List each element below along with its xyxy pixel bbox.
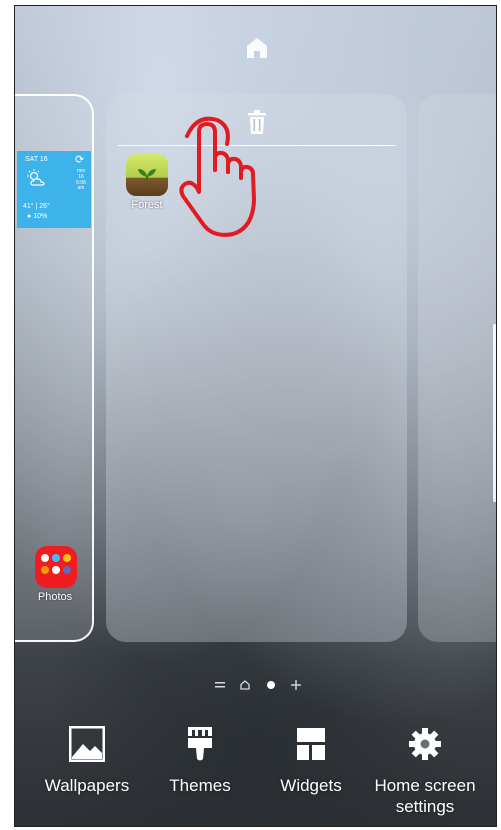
weather-temps: 41° | 26° [23,203,50,210]
gear-icon [409,728,441,760]
wallpapers-label: Wallpapers [44,776,130,795]
widgets-label: Widgets [280,776,342,795]
wallpapers-icon [69,726,105,762]
weather-rain: ● 10% [27,213,48,220]
app-forest[interactable]: Forest [124,154,170,211]
partly-cloudy-icon [27,169,45,186]
weather-day: SAT 16 [25,156,48,163]
current-page-dot-icon[interactable] [264,678,278,692]
add-page-icon[interactable] [289,678,303,692]
pointer-hand-icon [179,116,256,237]
refresh-icon: ⟳ [75,154,85,166]
photos-label: Photos [37,591,73,603]
themes-button[interactable]: Themes [140,726,260,797]
edit-bottom-bar: Wallpapers Themes Widgets Home screen se… [15,726,496,826]
wallpapers-button[interactable]: Wallpapers [27,726,147,797]
themes-label: Themes [169,776,231,795]
widgets-icon [297,728,325,760]
widgets-button[interactable]: Widgets [251,726,371,797]
forest-icon [126,154,168,196]
weather-widget[interactable]: SAT 16 ⟳ nov 16 6:06 am 41° | 26° ● 10% [17,151,91,228]
home-screen-settings-button[interactable]: Home screen settings [365,726,485,817]
scroll-handle[interactable] [493,324,496,502]
home-icon[interactable] [245,36,269,60]
app-label: Forest [131,199,163,211]
menu-lines-icon[interactable] [213,678,227,692]
raindrop-icon: ● [27,213,32,220]
weather-updated-time: nov 16 6:06 am [76,168,86,192]
home-screen-edit-view: SAT 16 ⟳ nov 16 6:06 am 41° | 26° ● 10% [14,5,497,827]
home-screen-settings-label: Home screen settings [374,776,476,816]
page-indicator [213,678,303,692]
home-page-indicator-icon[interactable] [238,678,252,692]
home-page-right[interactable] [418,94,496,642]
photos-folder-icon[interactable] [35,546,77,588]
themes-brush-icon [188,727,212,761]
